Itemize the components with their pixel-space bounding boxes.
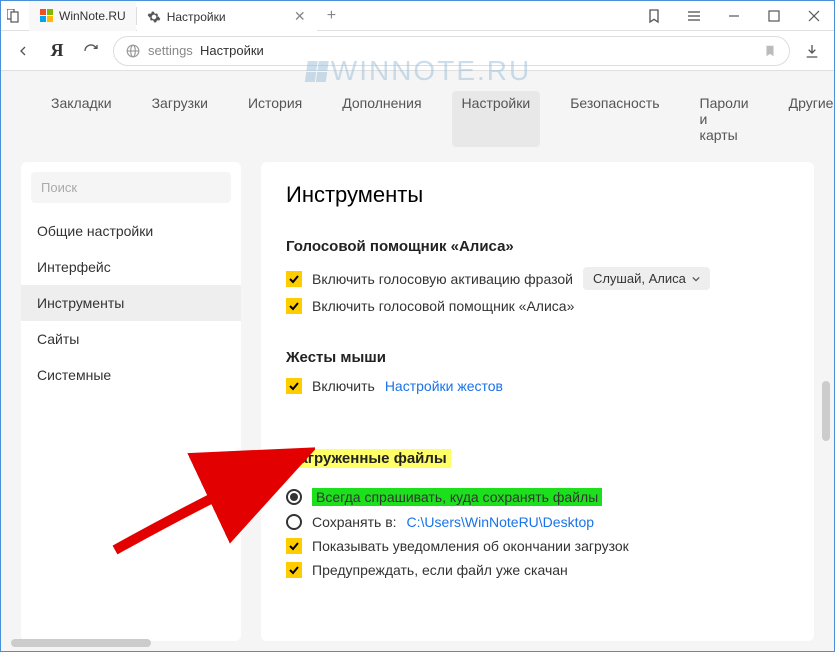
nav-security[interactable]: Безопасность <box>560 91 669 147</box>
sidebar-item-general[interactable]: Общие настройки <box>21 213 241 249</box>
checkbox-notify-complete[interactable] <box>286 538 302 554</box>
gear-icon <box>147 10 161 24</box>
sidebar-item-sites[interactable]: Сайты <box>21 321 241 357</box>
section-alice-title: Голосовой помощник «Алиса» <box>286 238 789 255</box>
sidebar: Поиск Общие настройки Интерфейс Инструме… <box>21 162 241 641</box>
link-save-path[interactable]: C:\Users\WinNoteRU\Desktop <box>407 514 595 530</box>
tab-settings[interactable]: Настройки ✕ <box>137 1 317 31</box>
new-tab-button[interactable]: + <box>317 7 346 25</box>
horizontal-scrollbar[interactable] <box>11 637 814 649</box>
content-area: Закладки Загрузки История Дополнения Нас… <box>1 71 834 651</box>
tab-winnote[interactable]: WinNote.RU <box>29 1 136 31</box>
main-area: Поиск Общие настройки Интерфейс Инструме… <box>1 162 834 651</box>
checkbox-gestures[interactable] <box>286 378 302 394</box>
tab-title: WinNote.RU <box>59 9 126 23</box>
close-button[interactable] <box>794 1 834 31</box>
maximize-button[interactable] <box>754 1 794 31</box>
yandex-home-button[interactable]: Я <box>45 39 69 63</box>
label-always-ask: Всегда спрашивать, куда сохранять файлы <box>312 488 602 506</box>
checkbox-alice-enable[interactable] <box>286 298 302 314</box>
settings-panel: Инструменты Голосовой помощник «Алиса» В… <box>261 162 814 641</box>
tab-title: Настройки <box>167 10 226 24</box>
search-input[interactable]: Поиск <box>31 172 231 203</box>
window-icon <box>1 9 29 23</box>
menu-icon[interactable] <box>674 1 714 31</box>
address-text: settings Настройки <box>148 43 755 58</box>
bookmark-icon[interactable] <box>763 44 777 58</box>
nav-other[interactable]: Другие <box>779 91 834 147</box>
titlebar: WinNote.RU Настройки ✕ + <box>1 1 834 31</box>
label-save-to: Сохранять в: <box>312 514 397 530</box>
nav-bookmarks[interactable]: Закладки <box>41 91 122 147</box>
reload-button[interactable] <box>79 39 103 63</box>
back-button[interactable] <box>11 39 35 63</box>
radio-always-ask[interactable] <box>286 489 302 505</box>
vertical-scrollbar[interactable] <box>820 151 832 651</box>
browser-window: WinNote.RU Настройки ✕ + <box>0 0 835 652</box>
nav-history[interactable]: История <box>238 91 312 147</box>
checkbox-warn-downloaded[interactable] <box>286 562 302 578</box>
checkbox-alice-voice[interactable] <box>286 271 302 287</box>
sidebar-item-interface[interactable]: Интерфейс <box>21 249 241 285</box>
globe-icon <box>126 44 140 58</box>
dropdown-alice-phrase[interactable]: Слушай, Алиса <box>583 267 710 290</box>
nav-downloads[interactable]: Загрузки <box>142 91 218 147</box>
sidebar-item-system[interactable]: Системные <box>21 357 241 393</box>
nav-addons[interactable]: Дополнения <box>332 91 431 147</box>
label-notify-complete: Показывать уведомления об окончании загр… <box>312 538 629 554</box>
label-alice-enable: Включить голосовой помощник «Алиса» <box>312 298 574 314</box>
link-gesture-settings[interactable]: Настройки жестов <box>385 378 503 394</box>
nav-settings[interactable]: Настройки <box>452 91 541 147</box>
nav-passwords[interactable]: Пароли и карты <box>690 91 759 147</box>
chevron-down-icon <box>692 275 700 283</box>
label-alice-voice: Включить голосовую активацию фразой <box>312 271 573 287</box>
label-warn-downloaded: Предупреждать, если файл уже скачан <box>312 562 568 578</box>
bookmark-menu-icon[interactable] <box>634 1 674 31</box>
panel-title: Инструменты <box>286 182 789 208</box>
address-bar[interactable]: settings Настройки <box>113 36 790 66</box>
favicon-ms <box>39 9 53 23</box>
close-icon[interactable]: ✕ <box>293 10 307 24</box>
minimize-button[interactable] <box>714 1 754 31</box>
label-gestures: Включить <box>312 378 375 394</box>
toolbar: Я settings Настройки <box>1 31 834 71</box>
radio-save-to[interactable] <box>286 514 302 530</box>
section-downloads-title: Загруженные файлы <box>286 449 451 468</box>
sidebar-item-tools[interactable]: Инструменты <box>21 285 241 321</box>
settings-nav: Закладки Загрузки История Дополнения Нас… <box>1 71 834 162</box>
section-gestures-title: Жесты мыши <box>286 349 789 366</box>
download-button[interactable] <box>800 39 824 63</box>
